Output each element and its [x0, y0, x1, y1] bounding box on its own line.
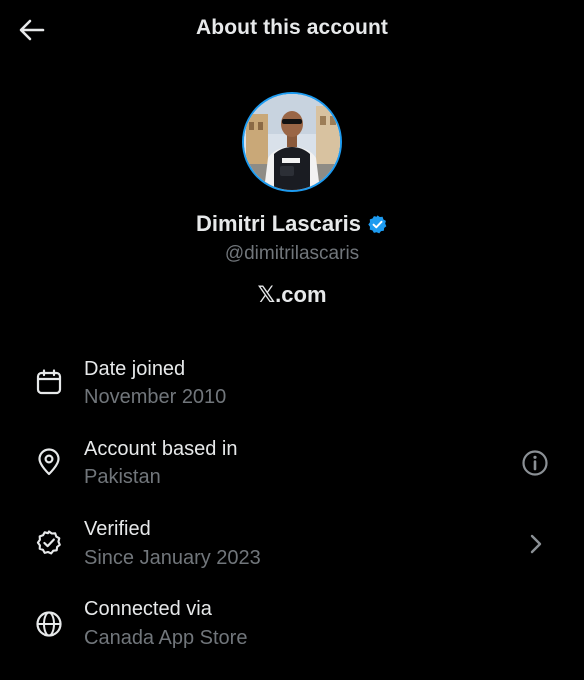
detail-value: November 2010: [84, 386, 227, 408]
detail-title: Account based in: [84, 438, 238, 460]
display-name: Dimitri Lascaris: [195, 211, 362, 236]
verified-badge-icon: [367, 214, 388, 235]
avatar-ring: [242, 92, 342, 192]
info-icon: [522, 450, 548, 476]
detail-title: Date joined: [84, 358, 186, 380]
site-label: 𝕏.com: [257, 282, 327, 307]
page-title: About this account: [196, 16, 388, 39]
verified-seal-icon: [34, 528, 64, 558]
avatar[interactable]: [244, 94, 340, 190]
top-app-bar: About this account: [0, 0, 584, 60]
detail-value: Canada App Store: [84, 627, 248, 649]
detail-verified[interactable]: Verified Since January 2023: [0, 510, 584, 580]
globe-icon: [34, 609, 64, 639]
profile-name-row: Dimitri Lascaris: [0, 211, 584, 237]
calendar-icon: [34, 367, 64, 397]
avatar-photo: [244, 94, 340, 190]
detail-date-joined: Date joined November 2010: [0, 350, 584, 420]
detail-connected-via: Connected via Canada App Store: [0, 590, 584, 660]
detail-value: Pakistan: [84, 466, 161, 488]
detail-title: Verified: [84, 518, 151, 540]
detail-title: Connected via: [84, 598, 212, 620]
info-button[interactable]: [520, 448, 550, 478]
username-handle: @dimitrilascaris: [224, 243, 360, 264]
detail-value: Since January 2023: [84, 547, 261, 569]
chevron-right-icon[interactable]: [520, 529, 550, 559]
location-pin-icon: [34, 447, 64, 477]
detail-account-based-in: Account based in Pakistan: [0, 430, 584, 500]
